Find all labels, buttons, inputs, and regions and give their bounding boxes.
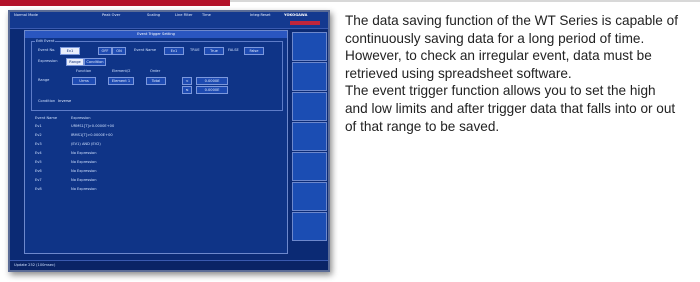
event-row[interactable]: Ev5 No Expression	[35, 160, 275, 169]
event-row[interactable]: Ev4 No Expression	[35, 151, 275, 160]
event-expression: URMS1[T]>0.0000E+00	[71, 124, 115, 128]
grey-rule	[230, 0, 700, 2]
event-row[interactable]: Ev3 (EV1) AND (EV2)	[35, 142, 275, 151]
event-row[interactable]: Ev6 No Expression	[35, 169, 275, 178]
description-text: The data saving function of the WT Serie…	[345, 12, 680, 135]
screen-footer: Update 252 (100msec)	[10, 260, 328, 270]
false-field[interactable]: False	[244, 47, 264, 55]
function-label: Function	[76, 69, 92, 73]
event-expression: No Expression	[71, 187, 97, 191]
event-trigger-panel: Event Trigger Setting Edit Event Event N…	[24, 30, 288, 254]
event-name: Ev1	[35, 124, 42, 128]
event-no-select[interactable]: Ev1	[60, 47, 80, 55]
edit-event-group: Edit Event Event No. Ev1 OFF ON Event Na…	[31, 39, 283, 111]
event-name: Ev2	[35, 133, 42, 137]
line-filter-indicator: Line Filter	[175, 13, 193, 17]
element-select[interactable]: Element 1	[108, 77, 134, 85]
order-label: Order	[150, 69, 161, 73]
event-name: Ev6	[35, 169, 42, 173]
soft-key[interactable]	[292, 62, 327, 91]
soft-key[interactable]	[292, 212, 327, 241]
mode-indicator: Normal Mode	[14, 13, 38, 17]
event-expression: (EV1) AND (EV2)	[71, 142, 101, 146]
range-label: Range	[38, 78, 50, 82]
time-indicator: Time	[202, 13, 211, 17]
event-expression: IRMS1[T]>0.0000E+00	[71, 133, 113, 137]
range-op-high[interactable]: ≤	[182, 86, 192, 94]
range-high-field[interactable]: 0.0000E	[196, 86, 228, 94]
description-paragraph-2: The event trigger function allows you to…	[345, 83, 676, 134]
soft-key[interactable]	[292, 122, 327, 151]
expression-label: Expression	[38, 59, 58, 63]
update-rate-readout: Update 252 (100msec)	[14, 263, 56, 267]
list-header-name: Event Name	[35, 116, 58, 120]
off-button[interactable]: OFF	[98, 47, 112, 55]
soft-key[interactable]	[292, 152, 327, 181]
range-op-low[interactable]: <	[182, 77, 192, 85]
condition-value[interactable]: Inverse	[58, 99, 71, 104]
soft-key[interactable]	[292, 182, 327, 211]
list-header-expression: Expression	[71, 116, 91, 120]
range-low-field[interactable]: 0.0000E	[196, 77, 228, 85]
event-name: Ev5	[35, 160, 42, 164]
edit-event-label: Edit Event	[35, 39, 56, 44]
element-label: Element/Σ	[112, 69, 131, 73]
status-bar	[290, 21, 320, 25]
event-name: Ev3	[35, 142, 42, 146]
condition-label: Condition	[38, 99, 56, 103]
event-expression: No Expression	[71, 169, 97, 173]
peak-over-indicator: Peak Over	[102, 13, 121, 17]
event-row[interactable]: Ev8 No Expression	[35, 187, 275, 196]
function-select[interactable]: Urms	[72, 77, 96, 85]
scaling-indicator: Scaling	[147, 13, 161, 17]
event-name: Ev8	[35, 187, 42, 191]
true-field[interactable]: True	[204, 47, 224, 55]
true-label: TRUE	[190, 48, 200, 52]
panel-title: Event Trigger Setting	[25, 31, 287, 38]
instrument-screen: Normal Mode Peak Over Scaling Line Filte…	[8, 10, 330, 272]
screenshot-frame: Normal Mode Peak Over Scaling Line Filte…	[8, 10, 330, 272]
soft-key[interactable]	[292, 92, 327, 121]
brand-logo: YOKOGAWA	[284, 13, 308, 17]
order-select[interactable]: Total	[146, 77, 166, 85]
event-name: Ev4	[35, 151, 42, 155]
top-accent-strip	[0, 0, 700, 6]
event-expression: No Expression	[71, 160, 97, 164]
event-row[interactable]: Ev2 IRMS1[T]>0.0000E+00	[35, 133, 275, 142]
event-row[interactable]: Ev1 URMS1[T]>0.0000E+00	[35, 124, 275, 133]
red-accent-bar	[0, 0, 230, 6]
event-name-field[interactable]: Ev1	[164, 47, 184, 55]
screen-header: Normal Mode Peak Over Scaling Line Filte…	[10, 12, 328, 29]
event-expression: No Expression	[71, 151, 97, 155]
expression-condition-button[interactable]: Condition	[84, 58, 106, 66]
event-expression: No Expression	[71, 178, 97, 182]
false-label: FALSE	[228, 48, 239, 52]
on-button[interactable]: ON	[112, 47, 126, 55]
integ-reset-indicator: Integ:Reset	[250, 13, 271, 17]
event-name-label: Event Name	[134, 48, 157, 52]
expression-range-button[interactable]: Range	[66, 58, 84, 66]
event-no-label: Event No.	[38, 48, 56, 52]
event-name: Ev7	[35, 178, 42, 182]
description-paragraph-1: The data saving function of the WT Serie…	[345, 13, 678, 81]
soft-key[interactable]	[292, 32, 327, 61]
event-row[interactable]: Ev7 No Expression	[35, 178, 275, 187]
